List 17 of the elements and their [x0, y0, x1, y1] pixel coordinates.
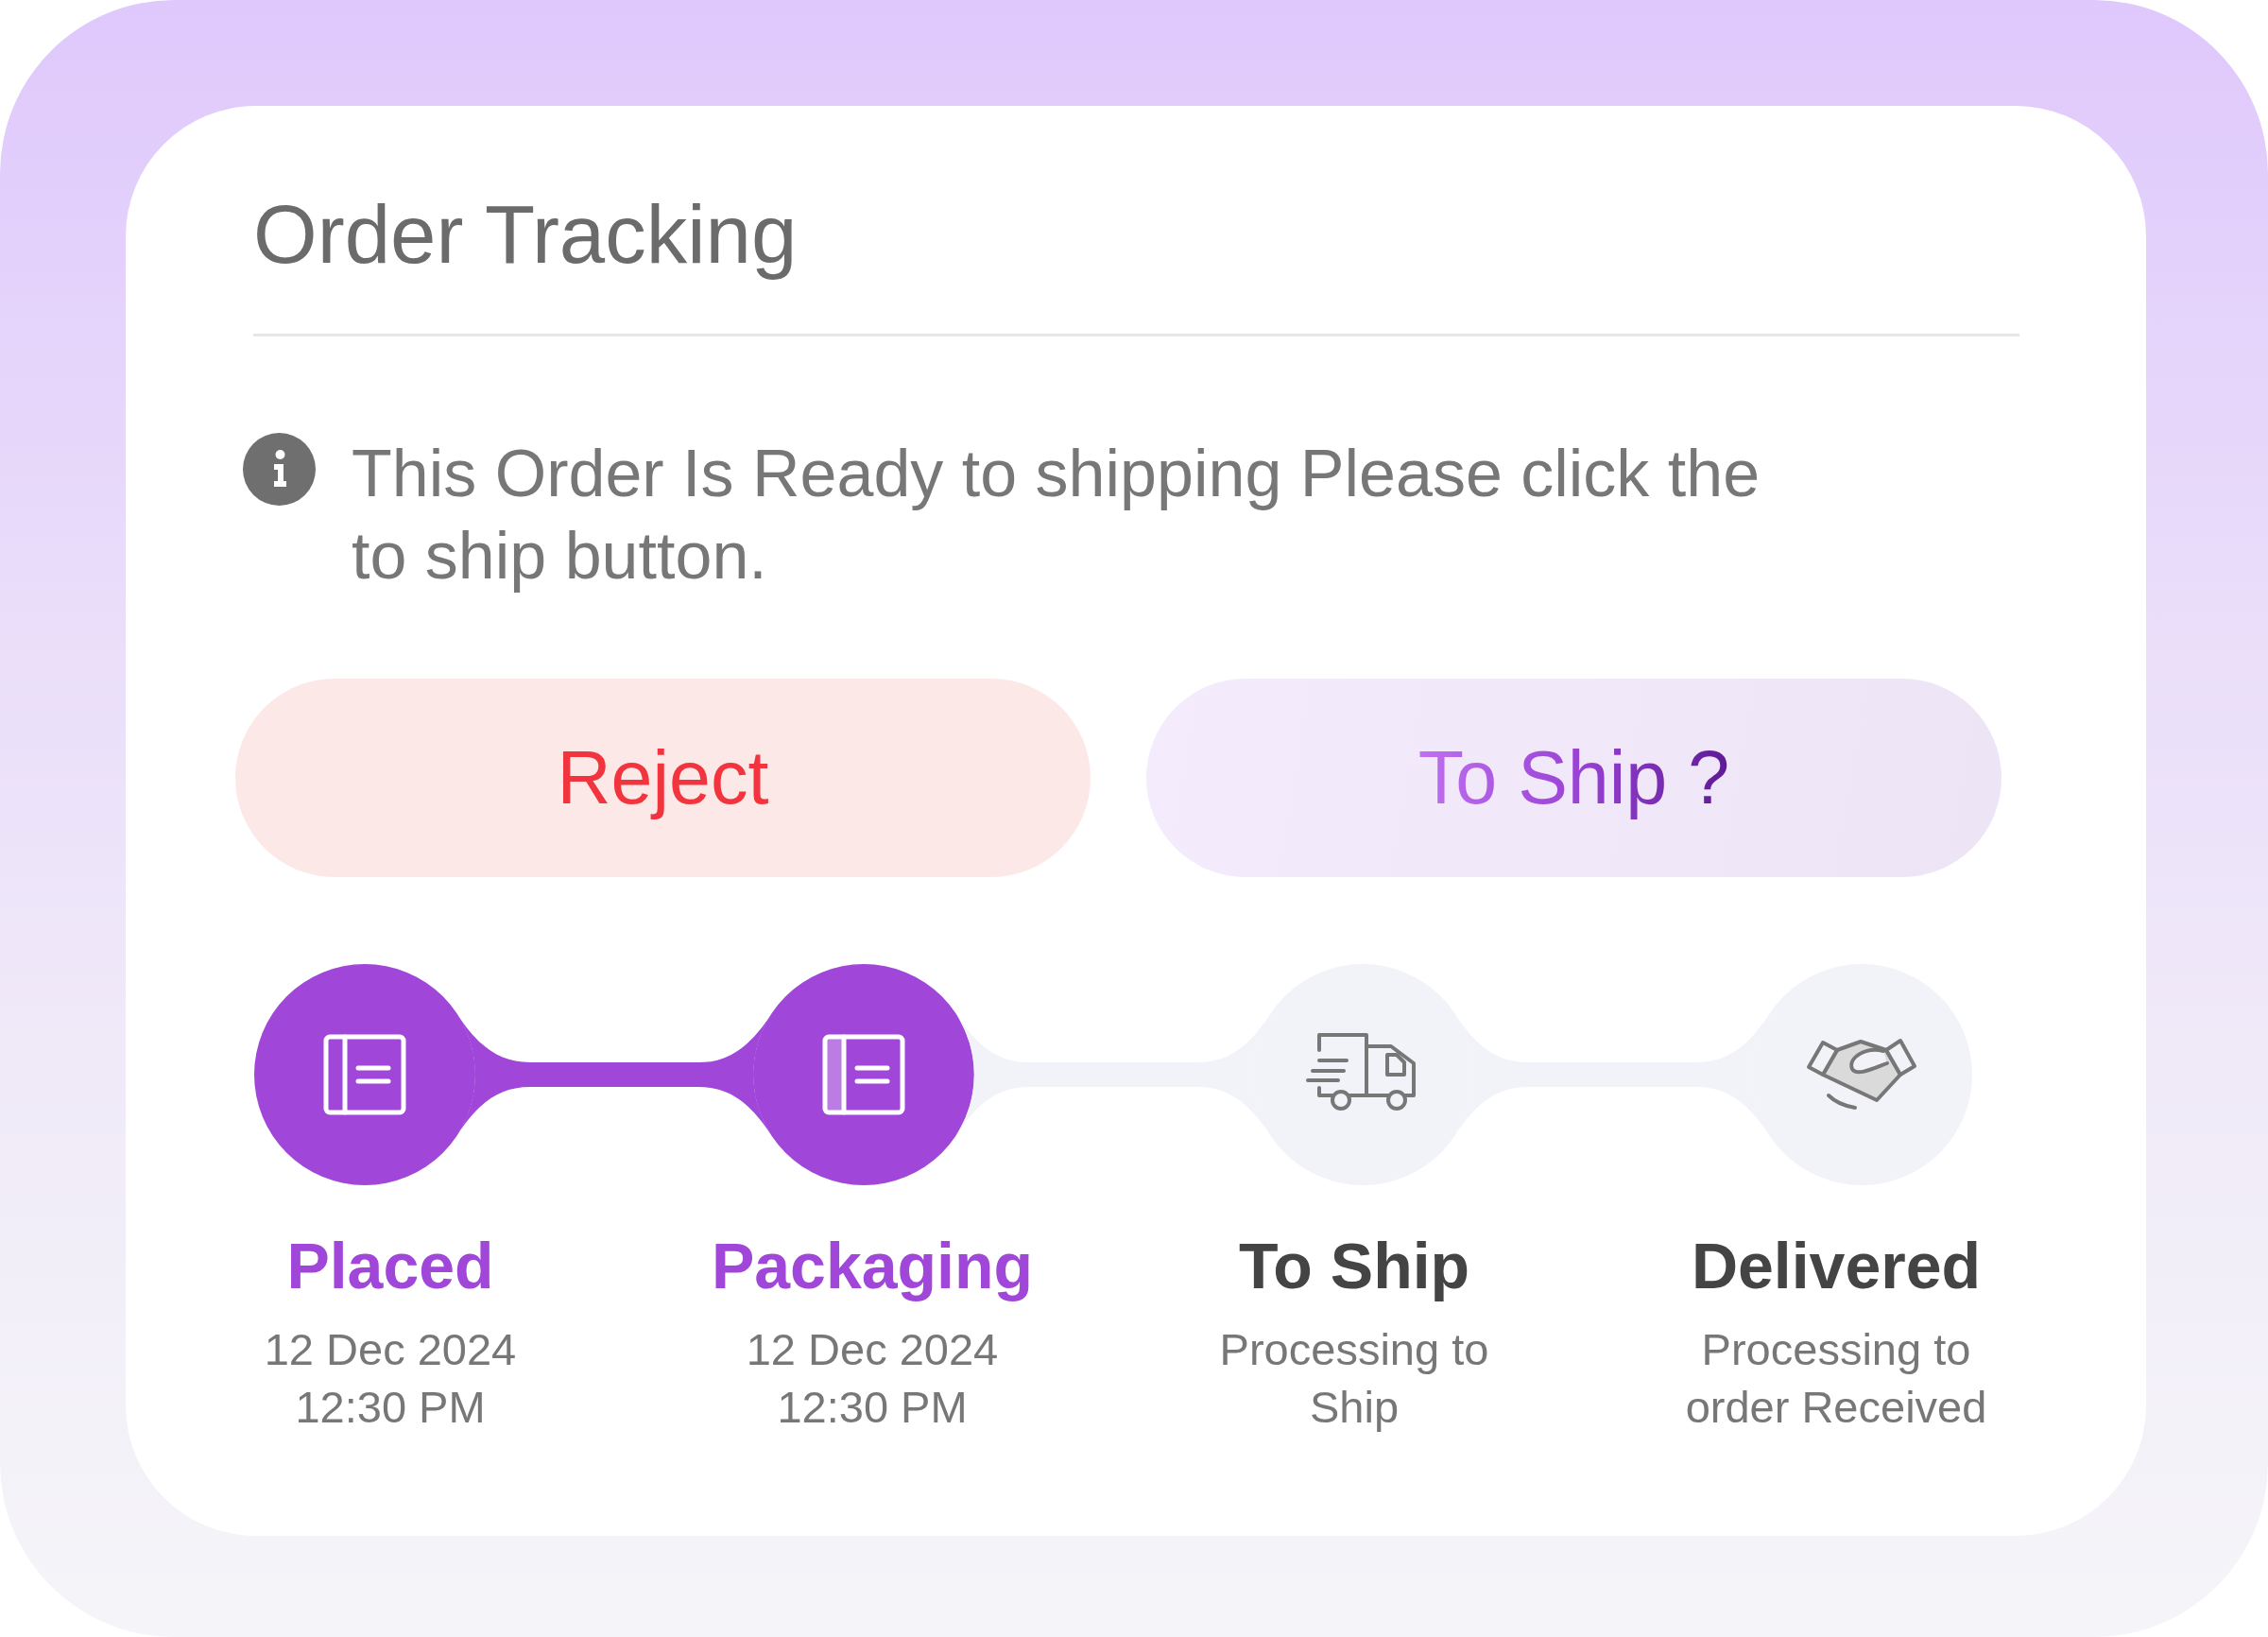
card-title: Order Tracking: [253, 187, 798, 282]
step-label: To Ship: [1238, 1229, 1470, 1303]
step-label: Delivered: [1691, 1229, 1982, 1303]
notice-text: This Order Is Ready to shipping Please click the to ship button.: [352, 436, 1761, 594]
handshake-icon: [1807, 1039, 1916, 1110]
step-detail: Processing to order Received: [1684, 1323, 1988, 1434]
info-icon: [243, 433, 316, 506]
step-detail: 12 Dec 2024 12:30 PM: [263, 1323, 518, 1434]
notebook-icon: [323, 1034, 406, 1115]
step-detail: Processing to Ship: [1218, 1323, 1490, 1434]
step-label: Placed: [286, 1229, 494, 1303]
reject-button[interactable]: Reject: [235, 679, 1091, 877]
step-detail: 12 Dec 2024 12:30 PM: [745, 1323, 1000, 1434]
notebook-icon: [822, 1034, 905, 1115]
to-ship-button[interactable]: To Ship ?: [1146, 679, 2002, 877]
step-label: Packaging: [711, 1229, 1034, 1303]
truck-icon: [1306, 1033, 1416, 1111]
